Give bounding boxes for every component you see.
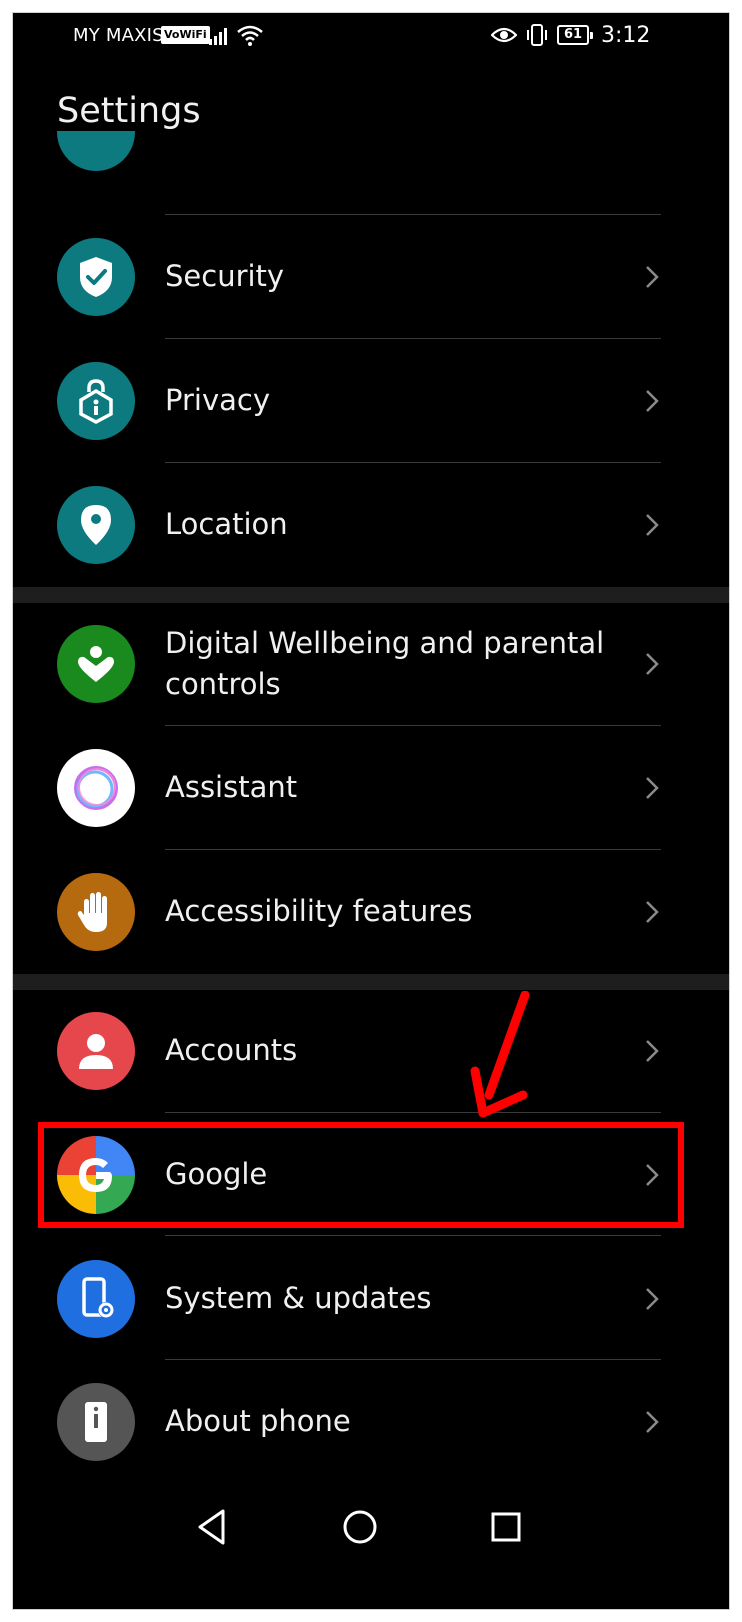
clock: 3:12 xyxy=(601,23,651,48)
settings-item-accessibility[interactable]: Accessibility features xyxy=(13,850,729,974)
hand-icon xyxy=(57,873,135,951)
vibrate-icon xyxy=(527,24,547,46)
page-title: Settings xyxy=(57,91,201,131)
privacy-lock-icon xyxy=(57,362,135,440)
chevron-right-icon xyxy=(646,514,659,536)
wellbeing-icon xyxy=(57,625,135,703)
settings-item-label: Accounts xyxy=(165,1033,298,1067)
phone-gear-icon xyxy=(57,1260,135,1338)
home-icon[interactable] xyxy=(341,1507,379,1547)
settings-item-label: Location xyxy=(165,507,288,541)
partial-list-item xyxy=(57,131,135,171)
settings-item-label: Accessibility features xyxy=(165,894,473,928)
phone-screen: MY MAXIS VoWiFi 61 3:12 Settings Securit… xyxy=(12,12,730,1610)
chevron-right-icon xyxy=(646,1040,659,1062)
settings-item-label: Privacy xyxy=(165,383,270,417)
settings-item-accounts[interactable]: Accounts xyxy=(13,990,729,1114)
status-bar: MY MAXIS VoWiFi 61 3:12 xyxy=(13,13,729,61)
chevron-right-icon xyxy=(646,1288,659,1310)
back-icon[interactable] xyxy=(195,1507,229,1547)
navigation-bar xyxy=(13,1493,729,1573)
settings-item-label: Assistant xyxy=(165,770,298,804)
eye-comfort-icon xyxy=(491,27,517,43)
settings-item-system-updates[interactable]: System & updates xyxy=(13,1237,729,1361)
chevron-right-icon xyxy=(646,1411,659,1433)
chevron-right-icon xyxy=(646,653,659,675)
red-arrow-annotation xyxy=(470,991,530,1118)
settings-item-label: About phone xyxy=(165,1404,351,1438)
person-icon xyxy=(57,1012,135,1090)
settings-item-security[interactable]: Security xyxy=(13,215,729,339)
settings-item-digital-wellbeing[interactable]: Digital Wellbeing and parental controls xyxy=(13,603,729,725)
signal-icon xyxy=(209,28,227,45)
settings-item-assistant[interactable]: Assistant xyxy=(13,726,729,850)
settings-item-privacy[interactable]: Privacy xyxy=(13,339,729,463)
carrier-name: MY MAXIS xyxy=(73,25,164,46)
settings-item-location[interactable]: Location xyxy=(13,463,729,587)
phone-info-icon xyxy=(57,1383,135,1461)
battery-indicator: 61 xyxy=(557,25,593,45)
vowifi-badge: VoWiFi xyxy=(161,26,210,44)
chevron-right-icon xyxy=(646,390,659,412)
shield-check-icon xyxy=(57,238,135,316)
settings-item-about-phone[interactable]: About phone xyxy=(13,1360,729,1484)
section-gap xyxy=(13,587,729,603)
recents-icon[interactable] xyxy=(489,1507,523,1547)
wifi-icon xyxy=(237,25,263,46)
assistant-icon xyxy=(57,749,135,827)
chevron-right-icon xyxy=(646,777,659,799)
section-gap xyxy=(13,974,729,990)
divider xyxy=(165,1235,661,1236)
settings-item-label: Digital Wellbeing and parental controls xyxy=(165,626,605,701)
location-pin-icon xyxy=(57,486,135,564)
settings-item-label: Security xyxy=(165,259,285,293)
chevron-right-icon xyxy=(646,901,659,923)
chevron-right-icon xyxy=(646,266,659,288)
google-highlight-box xyxy=(38,1122,684,1228)
settings-item-label: System & updates xyxy=(165,1281,432,1315)
